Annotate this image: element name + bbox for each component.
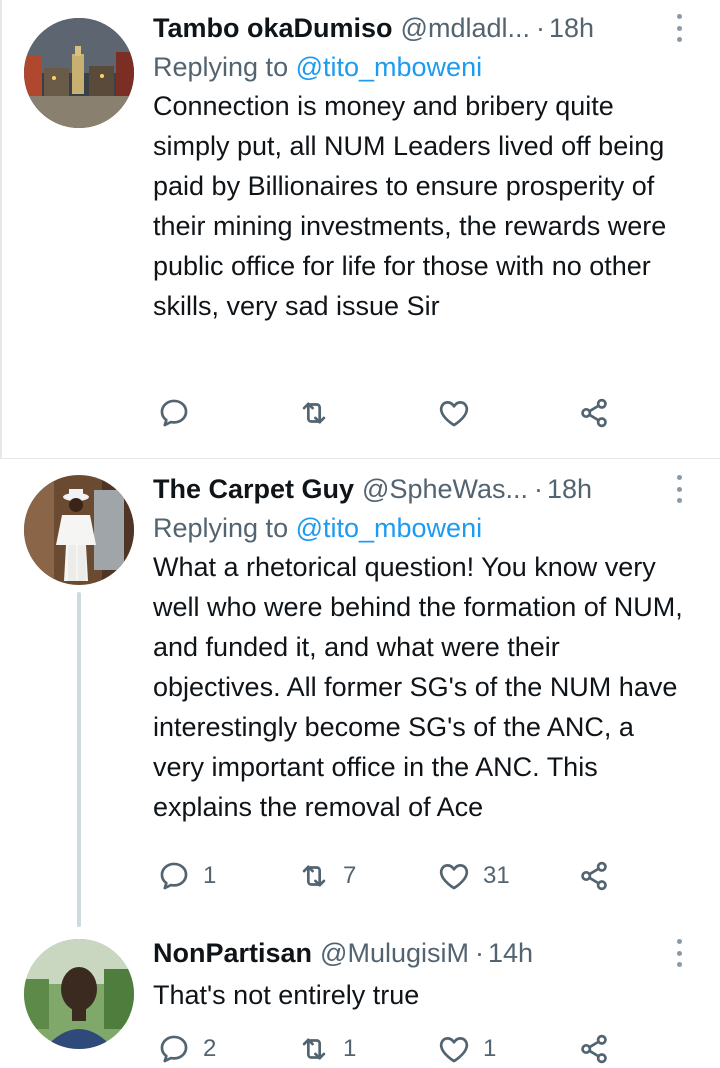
- timestamp[interactable]: 18h: [549, 13, 594, 44]
- replying-to: Replying to @tito_mboweni: [153, 509, 690, 547]
- reply-icon: [157, 1032, 191, 1066]
- reply-icon: [157, 859, 191, 893]
- avatar-city-night-image: [24, 18, 134, 128]
- reply-button[interactable]: [157, 393, 191, 433]
- tweet-3[interactable]: NonPartisan @MulugisiM · 14h That's not …: [0, 929, 720, 1068]
- tweet-1[interactable]: Tambo okaDumiso @mdladl... · 18h Replyin…: [0, 0, 720, 458]
- tweet-header: Tambo okaDumiso @mdladl... · 18h: [153, 10, 690, 46]
- share-icon: [577, 1032, 611, 1066]
- retweet-button[interactable]: 7: [297, 856, 356, 896]
- heart-icon: [437, 396, 471, 430]
- separator-dot: ·: [534, 473, 544, 504]
- timestamp[interactable]: 18h: [547, 474, 592, 505]
- tweet-2[interactable]: The Carpet Guy @SpheWas... · 18h Replyin…: [0, 459, 720, 929]
- tweet-header: The Carpet Guy @SpheWas... · 18h: [153, 471, 690, 507]
- tweet-actions: 1 7 31: [0, 856, 720, 896]
- heart-icon: [437, 1032, 471, 1066]
- display-name[interactable]: NonPartisan: [153, 938, 312, 969]
- share-button[interactable]: [577, 393, 611, 433]
- mention-link[interactable]: @tito_mboweni: [296, 52, 483, 82]
- replying-prefix: Replying to: [153, 52, 296, 82]
- reply-count: 1: [203, 862, 217, 889]
- heart-icon: [437, 859, 471, 893]
- like-count: 31: [483, 862, 510, 889]
- user-handle[interactable]: @SpheWas...: [362, 474, 528, 505]
- tweet-text: That's not entirely true: [153, 980, 420, 1010]
- tweet-text: Connection is money and bribery quite si…: [153, 91, 667, 321]
- retweet-icon: [297, 859, 331, 893]
- more-options-icon[interactable]: [672, 14, 686, 42]
- avatar[interactable]: [24, 18, 134, 128]
- tweet-actions: 2 1 1: [0, 1029, 720, 1068]
- retweet-count: 1: [343, 1035, 357, 1062]
- replying-to: Replying to @tito_mboweni: [153, 48, 690, 86]
- like-count: 1: [483, 1035, 497, 1062]
- tweet-text: What a rhetorical question! You know ver…: [153, 552, 683, 822]
- more-options-icon[interactable]: [672, 475, 686, 503]
- tweet-actions: [0, 393, 720, 433]
- reply-count: 2: [203, 1035, 217, 1062]
- reply-button[interactable]: 1: [157, 856, 216, 896]
- user-handle[interactable]: @mdladl...: [401, 13, 530, 44]
- like-button[interactable]: [437, 393, 471, 433]
- user-handle[interactable]: @MulugisiM: [320, 938, 469, 969]
- like-button[interactable]: 31: [437, 856, 510, 896]
- reply-feed: Tambo okaDumiso @mdladl... · 18h Replyin…: [0, 0, 720, 1068]
- share-button[interactable]: [577, 856, 611, 896]
- retweet-count: 7: [343, 862, 357, 889]
- separator-dot: ·: [536, 12, 545, 43]
- avatar[interactable]: [24, 475, 134, 585]
- like-button[interactable]: 1: [437, 1029, 496, 1068]
- timestamp[interactable]: 14h: [488, 938, 533, 969]
- retweet-button[interactable]: [297, 393, 331, 433]
- share-icon: [577, 396, 611, 430]
- replying-prefix: Replying to: [153, 513, 296, 543]
- retweet-icon: [297, 1032, 331, 1066]
- mention-link[interactable]: @tito_mboweni: [296, 513, 483, 543]
- tweet-header: NonPartisan @MulugisiM · 14h: [153, 935, 690, 971]
- more-options-icon[interactable]: [672, 939, 686, 967]
- retweet-icon: [297, 396, 331, 430]
- reply-button[interactable]: 2: [157, 1029, 216, 1068]
- display-name[interactable]: Tambo okaDumiso: [153, 13, 393, 44]
- display-name[interactable]: The Carpet Guy: [153, 474, 354, 505]
- share-icon: [577, 859, 611, 893]
- separator-dot: ·: [474, 937, 484, 968]
- reply-icon: [157, 396, 191, 430]
- share-button[interactable]: [577, 1029, 611, 1068]
- retweet-button[interactable]: 1: [297, 1029, 356, 1068]
- avatar-man-in-white-image: [24, 475, 134, 585]
